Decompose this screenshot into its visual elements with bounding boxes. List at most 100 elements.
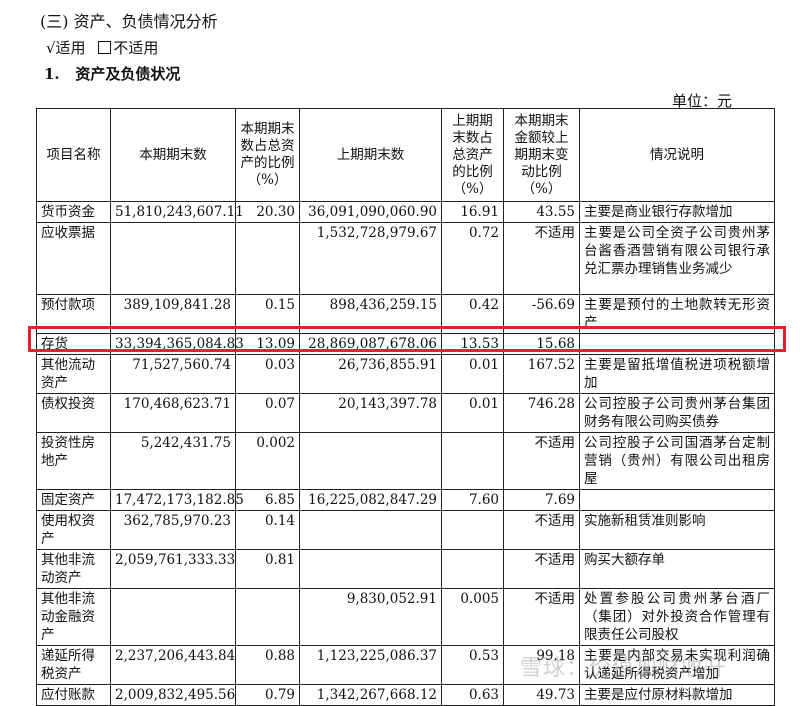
cell-item-name: 递延所得税资产 — [36, 645, 111, 685]
cell-current-amount: 71,527,560.74 — [110, 354, 236, 394]
assets-liabilities-table: 项目名称 本期期末数 本期期末数占总资产的比例（%） 上期期末数 上期期末数占总… — [36, 108, 775, 706]
cell-previous-amount: 9,830,052.91 — [299, 588, 442, 646]
cell-item-name: 其他非流动资产 — [36, 549, 111, 589]
cell-previous-ratio: 7.60 — [441, 489, 504, 511]
cell-previous-amount: 16,225,082,847.29 — [299, 489, 442, 511]
cell-change-ratio: 15.68 — [503, 333, 580, 355]
watermark-text: 雪球：价值加财收开 — [520, 656, 728, 681]
cell-explanation: 公司控股子公司贵州茅台集团财务有限公司购买债券 — [579, 393, 775, 433]
cell-explanation: 处置参股公司贵州茅台酒厂（集团）对外投资合作管理有限责任公司股权 — [579, 588, 775, 646]
cell-current-amount: 33,394,365,084.83 — [110, 333, 244, 355]
cell-explanation: 实施新租赁准则影响 — [579, 510, 775, 550]
cell-previous-ratio: 0.63 — [441, 684, 504, 706]
cell-current-amount: 2,059,761,333.33 — [110, 549, 236, 589]
cell-change-ratio: 746.28 — [503, 393, 580, 433]
cell-previous-ratio: 16.91 — [441, 201, 504, 223]
cell-explanation: 主要是预付的土地款转无形资产 — [579, 294, 775, 334]
cell-current-amount: 2,237,206,443.84 — [110, 645, 236, 685]
cell-current-ratio: 13.09 — [235, 333, 300, 355]
table-row: 其他非流动金融资产 9,830,052.91 0.005 不适用 处置参股公司贵州茅台酒… — [36, 588, 775, 646]
cell-current-ratio: 6.85 — [235, 489, 300, 511]
cell-explanation: 主要是公司全资子公司贵州茅台酱香酒营销有限公司银行承兑汇票办理销售业务减少 — [579, 222, 775, 295]
cell-previous-ratio: 0.53 — [441, 645, 504, 685]
not-applicable-checkbox-icon — [98, 41, 112, 54]
cell-current-amount: 17,472,173,182.85 — [110, 489, 244, 511]
cell-item-name: 存货 — [36, 333, 111, 355]
cell-explanation: 主要是商业银行存款增加 — [579, 201, 775, 223]
cell-current-ratio: 0.14 — [235, 510, 300, 550]
cell-current-ratio: 0.07 — [235, 393, 300, 433]
cell-change-ratio: 不适用 — [503, 432, 580, 490]
table-row: 固定资产 17,472,173,182.85 6.85 16,225,082,847.… — [36, 489, 775, 511]
cell-change-ratio: 不适用 — [503, 510, 580, 550]
cell-item-name: 预付款项 — [36, 294, 111, 334]
cell-item-name: 其他流动资产 — [36, 354, 111, 394]
not-applicable-option: 不适用 — [113, 39, 159, 57]
subsection-text: 资产及负债状况 — [75, 65, 181, 83]
table-row: 应收票据 1,532,728,979.67 0.72 不适用 主要是公司全资子公司贵州茅… — [36, 222, 775, 295]
cell-previous-amount: 26,736,855.91 — [299, 354, 442, 394]
cell-previous-ratio: 0.01 — [441, 354, 504, 394]
cell-current-ratio: 0.79 — [235, 684, 300, 706]
subsection-number: 1. — [44, 65, 60, 83]
cell-explanation: 主要是留抵增值税进项税额增加 — [579, 354, 775, 394]
cell-item-name: 其他非流动金融资产 — [36, 588, 111, 646]
cell-previous-amount — [299, 510, 442, 550]
cell-previous-ratio: 13.53 — [441, 333, 504, 355]
header-item-name: 项目名称 — [36, 108, 111, 202]
cell-current-ratio — [235, 588, 300, 646]
cell-explanation: 主要是应付原材料款增加 — [579, 684, 775, 706]
applicability-line: √适用 不适用 — [46, 37, 158, 58]
cell-previous-amount: 20,143,397.78 — [299, 393, 442, 433]
cell-explanation — [579, 333, 775, 355]
cell-explanation — [579, 489, 775, 511]
cell-current-ratio: 0.03 — [235, 354, 300, 394]
cell-previous-ratio: 0.01 — [441, 393, 504, 433]
applicable-option: √适用 — [46, 39, 86, 57]
header-change-ratio: 本期期末金额较上期期末变动比例（%） — [503, 108, 580, 202]
cell-item-name: 债权投资 — [36, 393, 111, 433]
cell-change-ratio: -56.69 — [503, 294, 580, 334]
cell-current-ratio: 0.15 — [235, 294, 300, 334]
subsection-title: 1. 资产及负债状况 — [44, 63, 180, 84]
table-row: 投资性房地产 5,242,431.75 0.002 不适用 公司控股子公司国酒茅台定制营… — [36, 432, 775, 490]
cell-change-ratio: 43.55 — [503, 201, 580, 223]
cell-previous-ratio — [441, 510, 504, 550]
cell-current-ratio — [235, 222, 300, 295]
cell-current-ratio: 0.81 — [235, 549, 300, 589]
cell-current-ratio: 0.002 — [235, 432, 300, 490]
cell-current-amount: 51,810,243,607.11 — [110, 201, 244, 223]
table-row: 应付账款 2,009,832,495.56 0.79 1,342,267,668.12… — [36, 684, 775, 706]
cell-previous-amount — [299, 549, 442, 589]
cell-current-amount: 389,109,841.28 — [110, 294, 236, 334]
cell-current-amount: 2,009,832,495.56 — [110, 684, 236, 706]
cell-change-ratio: 49.73 — [503, 684, 580, 706]
table-row: 使用权资产 362,785,970.23 0.14 不适用 实施新租赁准则影响 — [36, 510, 775, 550]
table-row: 其他流动资产 71,527,560.74 0.03 26,736,855.91 0.01… — [36, 354, 775, 394]
cell-previous-amount: 1,342,267,668.12 — [299, 684, 442, 706]
header-previous-ratio: 上期期末数占总资产的比例（%） — [441, 108, 504, 202]
table-row: 存货 33,394,365,084.83 13.09 28,869,087,678.0… — [36, 333, 775, 355]
cell-item-name: 固定资产 — [36, 489, 111, 511]
cell-previous-amount: 1,123,225,086.37 — [299, 645, 442, 685]
section-title: (三) 资产、负债情况分析 — [40, 12, 218, 31]
cell-current-amount — [110, 588, 236, 646]
cell-current-amount — [110, 222, 236, 295]
table-row: 债权投资 170,468,623.71 0.07 20,143,397.78 0.01 7… — [36, 393, 775, 433]
cell-current-ratio: 20.30 — [235, 201, 300, 223]
table-row: 其他非流动资产 2,059,761,333.33 0.81 不适用 购买大额存单 — [36, 549, 775, 589]
cell-item-name: 货币资金 — [36, 201, 111, 223]
header-previous-amount: 上期期末数 — [299, 108, 442, 202]
cell-item-name: 使用权资产 — [36, 510, 111, 550]
header-current-ratio: 本期期末数占总资产的比例（%） — [235, 108, 300, 202]
cell-change-ratio: 不适用 — [503, 222, 580, 295]
cell-previous-amount: 898,436,259.15 — [299, 294, 442, 334]
cell-change-ratio: 不适用 — [503, 588, 580, 646]
cell-previous-amount: 1,532,728,979.67 — [299, 222, 442, 295]
header-explanation: 情况说明 — [579, 108, 775, 202]
cell-previous-amount: 28,869,087,678.06 — [299, 333, 442, 355]
table-header-row: 项目名称 本期期末数 本期期末数占总资产的比例（%） 上期期末数 上期期末数占总… — [36, 108, 775, 202]
cell-previous-ratio: 0.005 — [441, 588, 504, 646]
table-row: 货币资金 51,810,243,607.11 20.30 36,091,090,060… — [36, 201, 775, 223]
header-current-amount: 本期期末数 — [110, 108, 236, 202]
